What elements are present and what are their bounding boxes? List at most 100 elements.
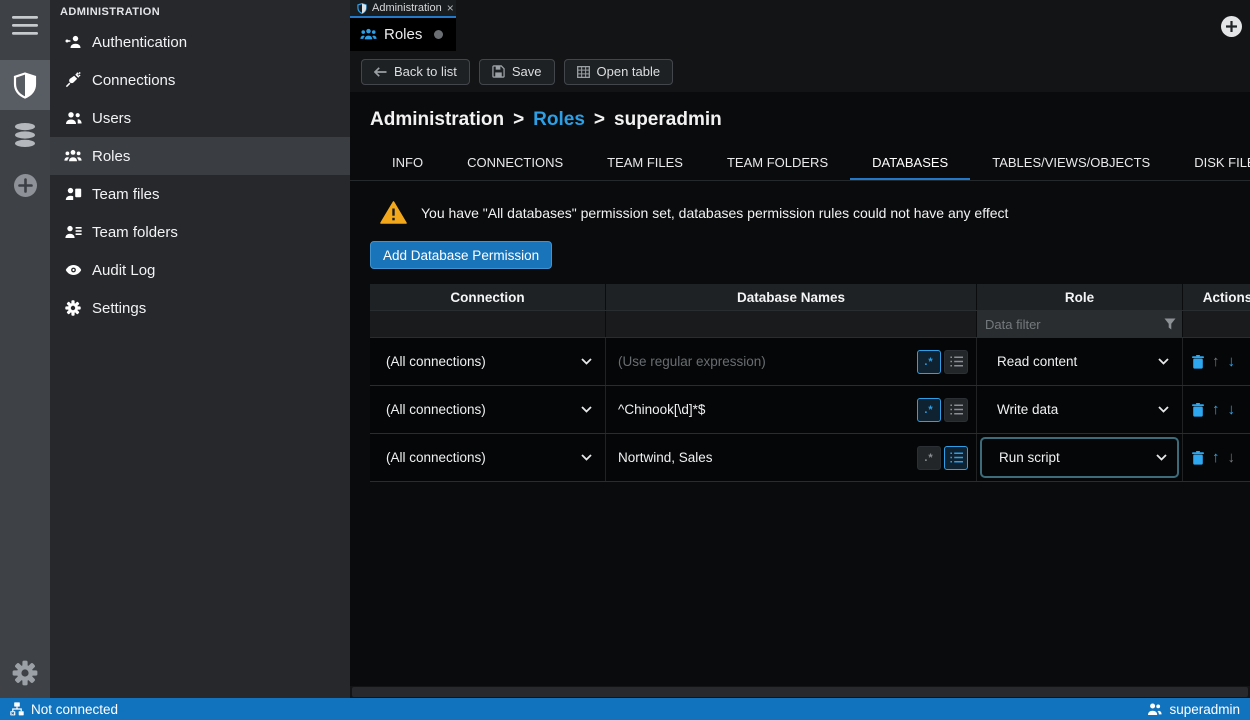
tab-roles-page[interactable]: Roles: [350, 18, 456, 51]
status-bar: Not connected superadmin: [0, 698, 1250, 720]
sidebar-item-audit-log[interactable]: Audit Log: [50, 251, 350, 289]
regex-toggle-button[interactable]: .*: [917, 446, 941, 470]
select-value: (All connections): [386, 402, 486, 417]
save-button[interactable]: Save: [479, 59, 555, 85]
sidebar-item-label: Audit Log: [92, 262, 155, 279]
table-filter-row: [370, 310, 1250, 337]
trash-icon: [1192, 403, 1204, 417]
shield-admin-icon: [357, 3, 367, 14]
rail-settings-button[interactable]: [0, 660, 50, 686]
warning-text: You have "All databases" permission set,…: [421, 205, 1008, 221]
move-down-button[interactable]: ↓: [1228, 354, 1236, 369]
back-to-list-button[interactable]: Back to list: [361, 59, 470, 85]
list-icon: [950, 404, 963, 415]
regex-icon: .*: [924, 453, 933, 463]
role-cell: Run script: [977, 434, 1183, 481]
sidebar-item-label: Users: [92, 110, 131, 127]
tab-administration[interactable]: Administration ×: [350, 0, 456, 18]
chevron-down-icon: [1158, 406, 1169, 413]
tab-databases[interactable]: DATABASES: [850, 146, 970, 180]
breadcrumb-separator: >: [594, 109, 605, 131]
admin-sidebar: ADMINISTRATION Authentication Connection…: [50, 0, 350, 698]
connection-status: Not connected: [10, 702, 118, 717]
delete-row-button[interactable]: [1192, 355, 1204, 369]
menu-button[interactable]: [0, 0, 50, 50]
chevron-down-icon: [581, 406, 592, 413]
sidebar-item-connections[interactable]: Connections: [50, 61, 350, 99]
sidebar-item-users[interactable]: Users: [50, 99, 350, 137]
sidebar-item-authentication[interactable]: Authentication: [50, 23, 350, 61]
regex-toggle-button[interactable]: .*: [917, 350, 941, 374]
roles-icon: [360, 27, 377, 42]
select-value: Run script: [999, 450, 1060, 465]
main-area: Administration × Roles Back to list: [350, 0, 1250, 698]
sidebar-item-team-folders[interactable]: Team folders: [50, 213, 350, 251]
chevron-down-icon: [581, 454, 592, 461]
move-up-button[interactable]: ↑: [1212, 354, 1220, 369]
warning-icon: [380, 201, 407, 224]
filter-funnel-icon[interactable]: [1164, 318, 1176, 330]
role-select[interactable]: Read content: [977, 338, 1182, 385]
warning-banner: You have "All databases" permission set,…: [380, 201, 1250, 224]
list-toggle-button[interactable]: [944, 398, 968, 422]
tab-label: Roles: [384, 26, 422, 43]
role-cell: Write data: [977, 386, 1183, 433]
breadcrumb: Administration > Roles > superadmin: [370, 109, 1250, 131]
tab-info[interactable]: INFO: [370, 146, 445, 180]
filter-cell-connection: [370, 311, 606, 337]
connection-select[interactable]: (All connections): [370, 338, 605, 385]
tab-team-files[interactable]: TEAM FILES: [585, 146, 705, 180]
sidebar-item-label: Connections: [92, 72, 175, 89]
sidebar-item-settings[interactable]: Settings: [50, 289, 350, 327]
rail-add-button[interactable]: [0, 160, 50, 210]
delete-row-button[interactable]: [1192, 451, 1204, 465]
actions-cell: ↑ ↓: [1183, 338, 1250, 385]
connection-select[interactable]: (All connections): [370, 434, 605, 481]
rail-item-databases[interactable]: [0, 110, 50, 160]
open-table-button[interactable]: Open table: [564, 59, 674, 85]
breadcrumb-roles-link[interactable]: Roles: [533, 109, 585, 131]
role-select[interactable]: Write data: [977, 386, 1182, 433]
move-down-button[interactable]: ↓: [1228, 402, 1236, 417]
table-row: (All connections) ^Chinook[\d]*$ .* Writ…: [370, 385, 1250, 433]
sidebar-item-label: Team files: [92, 186, 160, 203]
move-down-button[interactable]: ↓: [1228, 450, 1236, 465]
actions-cell: ↑ ↓: [1183, 434, 1250, 481]
tab-connections[interactable]: CONNECTIONS: [445, 146, 585, 180]
select-value: Read content: [997, 354, 1077, 369]
add-database-permission-button[interactable]: Add Database Permission: [370, 241, 552, 269]
sidebar-item-label: Settings: [92, 300, 146, 317]
select-value: (All connections): [386, 354, 486, 369]
role-filter-input[interactable]: [977, 311, 1182, 337]
new-connection-button[interactable]: [1221, 16, 1242, 37]
eye-icon: [64, 264, 82, 276]
connection-select[interactable]: (All connections): [370, 386, 605, 433]
rail-item-administration[interactable]: [0, 60, 50, 110]
tab-team-folders[interactable]: TEAM FOLDERS: [705, 146, 850, 180]
delete-row-button[interactable]: [1192, 403, 1204, 417]
list-toggle-button[interactable]: [944, 446, 968, 470]
list-icon: [950, 356, 963, 367]
horizontal-scrollbar[interactable]: [350, 686, 1250, 698]
column-header-connection: Connection: [370, 284, 606, 310]
tab-disk-files[interactable]: DISK FILES: [1172, 146, 1250, 180]
column-header-role: Role: [977, 284, 1183, 310]
sidebar-item-roles[interactable]: Roles: [50, 137, 350, 175]
database-names-input[interactable]: Nortwind, Sales: [618, 450, 914, 465]
button-label: Back to list: [394, 64, 457, 79]
database-icon: [12, 122, 38, 148]
database-names-input[interactable]: ^Chinook[\d]*$: [618, 402, 914, 417]
list-toggle-button[interactable]: [944, 350, 968, 374]
window-tabstrip: Administration ×: [350, 0, 1250, 18]
regex-toggle-button[interactable]: .*: [917, 398, 941, 422]
page-tabstrip: Roles: [350, 18, 1250, 51]
move-up-button[interactable]: ↑: [1212, 450, 1220, 465]
close-icon[interactable]: ×: [447, 3, 454, 13]
move-up-button[interactable]: ↑: [1212, 402, 1220, 417]
tab-tables-views-objects[interactable]: TABLES/VIEWS/OBJECTS: [970, 146, 1172, 180]
button-label: Open table: [597, 64, 661, 79]
database-names-input[interactable]: (Use regular expression): [618, 354, 914, 369]
scrollbar-thumb[interactable]: [352, 687, 1248, 697]
sidebar-item-team-files[interactable]: Team files: [50, 175, 350, 213]
role-select-focused[interactable]: Run script: [980, 437, 1179, 478]
